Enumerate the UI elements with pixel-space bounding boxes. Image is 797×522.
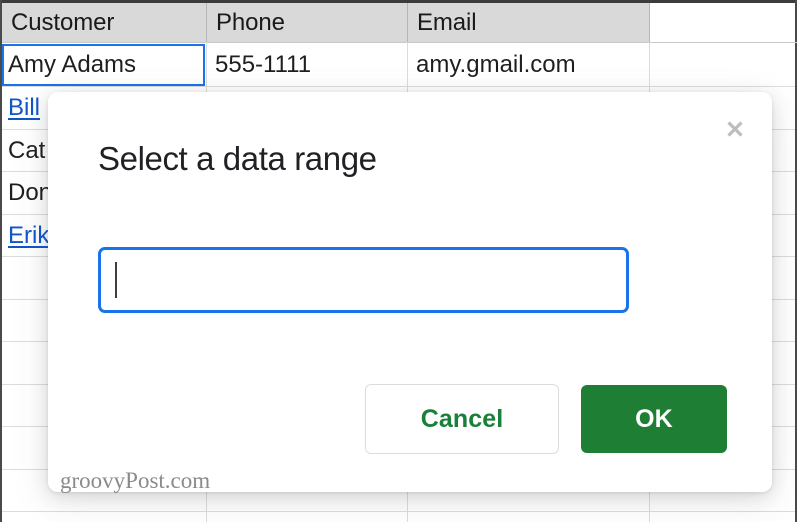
selected-cell-outline[interactable] <box>2 44 205 86</box>
watermark: groovyPost.com <box>60 468 211 493</box>
cell-customer-row-3[interactable]: Cat <box>8 130 45 172</box>
text-cursor <box>115 262 117 298</box>
screenshot-root: Customer Phone Email Amy Adams 555-1111 … <box>0 0 797 522</box>
grid-hline-1 <box>2 86 795 87</box>
dialog-title: Select a data range <box>98 140 377 177</box>
ok-button[interactable]: OK <box>581 385 727 453</box>
cell-customer-row-4[interactable]: Don <box>8 172 52 214</box>
select-data-range-dialog: Select a data range Cancel OK <box>48 92 772 492</box>
table-header-row: Customer Phone Email <box>2 3 650 42</box>
column-header-email[interactable]: Email <box>408 3 650 42</box>
column-header-phone[interactable]: Phone <box>207 3 408 42</box>
close-icon[interactable] <box>720 114 750 144</box>
cell-customer-row-5[interactable]: Erik <box>8 215 49 257</box>
cell-phone-row-1[interactable]: 555-1111 <box>215 44 311 86</box>
column-header-customer[interactable]: Customer <box>2 3 207 42</box>
cell-email-row-1[interactable]: amy.gmail.com <box>416 44 576 86</box>
header-underline <box>2 42 797 43</box>
data-range-input[interactable] <box>98 247 629 313</box>
cell-customer-row-2[interactable]: Bill <box>8 87 40 129</box>
grid-hline-11 <box>2 511 795 512</box>
cancel-button[interactable]: Cancel <box>365 384 559 454</box>
